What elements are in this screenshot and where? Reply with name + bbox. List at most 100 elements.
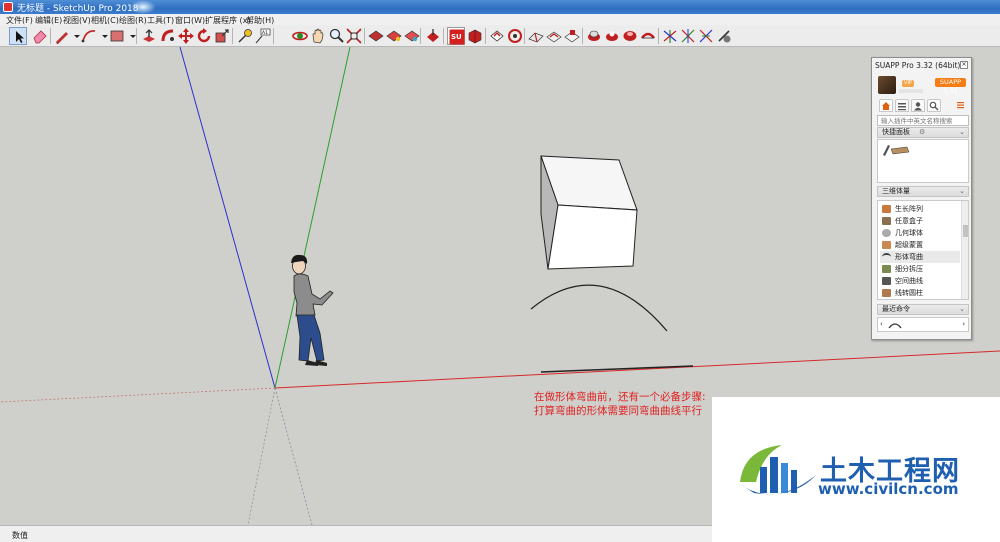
- plugin-item-shape-bender[interactable]: 形体弯曲: [880, 251, 960, 263]
- plugin-item-any-box[interactable]: 任意盒子: [880, 215, 960, 227]
- recent-bender-icon[interactable]: [888, 320, 902, 330]
- suapp-icon[interactable]: SU: [447, 27, 465, 45]
- plugin-item-super-drape[interactable]: 超级蒙置: [880, 239, 960, 251]
- straight-reference-line[interactable]: [540, 365, 694, 373]
- plugin-label: 生长阵列: [895, 205, 923, 213]
- tab-menu[interactable]: [955, 99, 969, 112]
- chevron-right-icon[interactable]: ›: [962, 320, 965, 328]
- scale-figure[interactable]: [291, 254, 334, 366]
- plugin-item-space-curve[interactable]: 空间曲线: [880, 275, 960, 287]
- guide-axes-icon[interactable]: [697, 27, 715, 45]
- chevron-down-icon[interactable]: ⌄: [959, 305, 965, 314]
- share-model-icon[interactable]: [403, 27, 421, 45]
- sandbox-stamp-icon[interactable]: [545, 27, 563, 45]
- scrollbar-thumb[interactable]: [963, 225, 968, 237]
- suapp-panel[interactable]: SUAPP Pro 3.32 (64bit) × VIP SUAPP 3.32 …: [871, 57, 972, 340]
- panel-title: SUAPP Pro 3.32 (64bit): [875, 61, 961, 70]
- toolbar-separator: [364, 28, 365, 44]
- quick-panel-box[interactable]: [877, 139, 969, 183]
- rotate-icon[interactable]: [195, 27, 213, 45]
- grow-array-icon: [882, 205, 891, 213]
- zoom-icon[interactable]: [327, 27, 345, 45]
- toolbar-separator: [485, 28, 486, 44]
- pencil-dropdown-icon[interactable]: [68, 27, 80, 45]
- orient-faces-icon[interactable]: [488, 27, 506, 45]
- warehouse-icon[interactable]: [367, 27, 385, 45]
- blue-axis-negative: [274, 387, 313, 525]
- eraser-icon[interactable]: [31, 27, 49, 45]
- solid-subtract-icon[interactable]: [639, 27, 657, 45]
- follow-me-icon[interactable]: [159, 27, 177, 45]
- plugin-label: 超级蒙置: [895, 241, 923, 249]
- bend-arc-curve[interactable]: [530, 284, 668, 332]
- recent-commands-box: ‹ ›: [877, 317, 969, 332]
- solid-outer-shell-icon[interactable]: [585, 27, 603, 45]
- reverse-faces-icon[interactable]: [506, 27, 524, 45]
- arc-dropdown-icon[interactable]: [96, 27, 108, 45]
- panel-tabs: [877, 99, 969, 112]
- toolbar-separator: [658, 28, 659, 44]
- plugin-list-scrollbar[interactable]: [961, 201, 968, 299]
- pan-icon[interactable]: [309, 27, 327, 45]
- toolbar-separator: [273, 28, 274, 44]
- tab-list[interactable]: [895, 99, 909, 112]
- zoom-extents-icon[interactable]: [345, 27, 363, 45]
- solid-intersect-icon[interactable]: [603, 27, 621, 45]
- push-pull-icon[interactable]: [140, 27, 158, 45]
- su-badge-text: SU: [451, 33, 462, 41]
- drape-icon: [882, 241, 891, 249]
- move-icon[interactable]: [177, 27, 195, 45]
- box-solid[interactable]: [540, 155, 638, 270]
- warehouse-upload-icon[interactable]: [424, 27, 442, 45]
- recent-commands-label: 最近命令: [882, 305, 910, 313]
- close-icon[interactable]: ×: [960, 61, 968, 69]
- version-badge[interactable]: SUAPP 3.32: [935, 78, 966, 95]
- section-plane-icon[interactable]: [679, 27, 697, 45]
- green-axis-negative: [247, 387, 276, 525]
- scale-icon[interactable]: [213, 27, 231, 45]
- toolbar-separator: [582, 28, 583, 44]
- list-icon: [898, 103, 906, 111]
- sandbox-smoove-icon[interactable]: [527, 27, 545, 45]
- plugin-item-line-to-cylinder[interactable]: 线转圆柱: [880, 287, 960, 299]
- chevron-down-icon[interactable]: ⌄: [959, 128, 965, 137]
- dimension-icon[interactable]: A1: [254, 27, 272, 45]
- quick-panel-header[interactable]: 快捷面板 ⚙ ⌄: [877, 127, 969, 138]
- chevron-left-icon[interactable]: ‹: [880, 320, 883, 328]
- any-box-icon: [882, 217, 891, 225]
- component-icon[interactable]: [466, 27, 484, 45]
- tab-search[interactable]: [927, 99, 941, 112]
- cylinder-icon: [882, 289, 891, 297]
- select-arrow-icon[interactable]: [9, 27, 27, 45]
- solid-union-icon[interactable]: [621, 27, 639, 45]
- avatar[interactable]: [878, 76, 896, 94]
- toolbar-separator: [50, 28, 51, 44]
- recent-commands-header[interactable]: 最近命令 ⌄: [877, 304, 969, 315]
- vip-badge: VIP: [902, 80, 914, 87]
- pinned-tool-icon[interactable]: [881, 143, 911, 157]
- civilcn-logo-icon: [738, 445, 816, 495]
- rectangle-dropdown-icon[interactable]: [124, 27, 136, 45]
- plugin-label: 形体弯曲: [895, 253, 923, 261]
- match-photo-icon[interactable]: [715, 27, 733, 45]
- tape-measure-icon[interactable]: [236, 27, 254, 45]
- gear-icon[interactable]: ⚙: [919, 128, 925, 137]
- annotation-line-2: 打算弯曲的形体需要同弯曲曲线平行: [534, 405, 702, 417]
- plugin-item-subdivide[interactable]: 细分拆压: [880, 263, 960, 275]
- sandbox-drape-icon[interactable]: [563, 27, 581, 45]
- category-header[interactable]: 三维体量 ⌄: [877, 186, 969, 197]
- sketchup-app-icon[interactable]: [3, 2, 13, 12]
- extension-warehouse-icon[interactable]: [385, 27, 403, 45]
- sphere-icon: [882, 229, 891, 237]
- tab-user[interactable]: [911, 99, 925, 112]
- orbit-icon[interactable]: [291, 27, 309, 45]
- toolbar-separator: [443, 28, 444, 44]
- tab-home[interactable]: [879, 99, 893, 112]
- plugin-item-grow-array[interactable]: 生长阵列: [880, 203, 960, 215]
- plugin-item-geodesic-sphere[interactable]: 几何球体: [880, 227, 960, 239]
- axes-icon[interactable]: [661, 27, 679, 45]
- chevron-down-icon[interactable]: ⌄: [959, 187, 965, 196]
- user-name-placeholder: [899, 89, 923, 93]
- plugin-search-input[interactable]: [877, 115, 969, 126]
- plugin-label: 线转圆柱: [895, 289, 923, 297]
